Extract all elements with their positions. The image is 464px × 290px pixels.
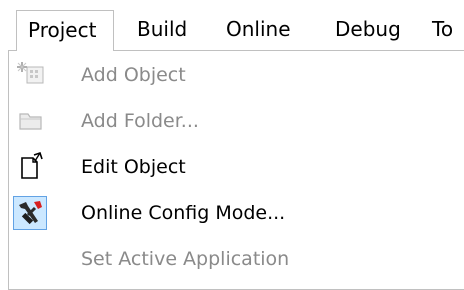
edit-object-icon [13, 150, 47, 184]
menu-online-label: Online [226, 17, 291, 41]
project-dropdown-menu: Add Object Add Folder... Edit Object Onl… [8, 50, 464, 290]
online-config-icon [13, 196, 47, 230]
menu-tools-label: To [432, 17, 454, 41]
menu-tools[interactable]: To [432, 10, 453, 50]
add-object-icon [13, 58, 47, 92]
menu-debug-label: Debug [335, 17, 401, 41]
menu-item-label: Add Object [81, 64, 186, 86]
menu-item-online-config-mode[interactable]: Online Config Mode... [9, 190, 464, 236]
menu-item-label: Add Folder... [81, 110, 199, 132]
menu-item-add-object[interactable]: Add Object [9, 52, 464, 98]
menu-item-label: Online Config Mode... [81, 202, 286, 224]
folder-icon [13, 104, 47, 138]
menu-project-label: Project [28, 18, 97, 42]
menu-project[interactable]: Project [16, 10, 114, 51]
menu-build-label: Build [137, 17, 188, 41]
menu-item-edit-object[interactable]: Edit Object [9, 144, 464, 190]
menu-item-label: Set Active Application [81, 248, 290, 270]
menu-online[interactable]: Online [226, 10, 291, 50]
menu-item-label: Edit Object [81, 156, 186, 178]
menu-build[interactable]: Build [137, 10, 187, 50]
menu-bar: Project Build Online Debug To [0, 0, 464, 51]
menu-item-add-folder[interactable]: Add Folder... [9, 98, 464, 144]
menu-item-set-active-application[interactable]: Set Active Application [9, 236, 464, 282]
menu-debug[interactable]: Debug [335, 10, 401, 50]
